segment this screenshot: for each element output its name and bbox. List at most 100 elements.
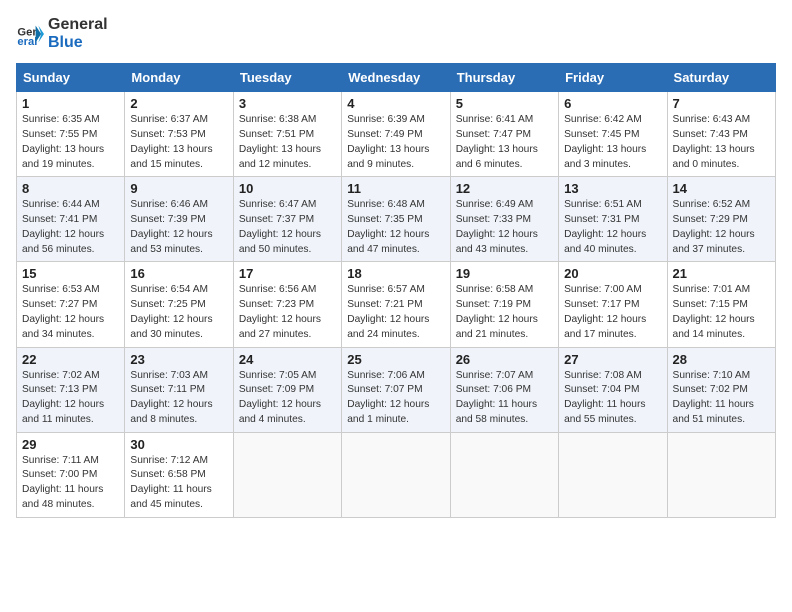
calendar-cell: 21 Sunrise: 7:01 AM Sunset: 7:15 PM Dayl… [667,262,775,347]
day-number: 9 [130,181,227,196]
day-info: Sunrise: 6:39 AM Sunset: 7:49 PM Dayligh… [347,113,444,172]
calendar-cell [450,432,558,517]
calendar-cell: 18 Sunrise: 6:57 AM Sunset: 7:21 PM Dayl… [342,262,450,347]
calendar-cell: 26 Sunrise: 7:07 AM Sunset: 7:06 PM Dayl… [450,347,558,432]
day-info: Sunrise: 6:52 AM Sunset: 7:29 PM Dayligh… [673,198,770,257]
calendar-cell: 1 Sunrise: 6:35 AM Sunset: 7:55 PM Dayli… [17,92,125,177]
day-info: Sunrise: 6:35 AM Sunset: 7:55 PM Dayligh… [22,113,119,172]
day-number: 18 [347,266,444,281]
page-header: Gen eral General Blue [16,16,776,51]
day-info: Sunrise: 6:41 AM Sunset: 7:47 PM Dayligh… [456,113,553,172]
calendar-cell: 29 Sunrise: 7:11 AM Sunset: 7:00 PM Dayl… [17,432,125,517]
weekday-header: Tuesday [233,64,341,92]
svg-text:eral: eral [17,36,37,48]
day-number: 2 [130,96,227,111]
day-number: 12 [456,181,553,196]
calendar-cell: 4 Sunrise: 6:39 AM Sunset: 7:49 PM Dayli… [342,92,450,177]
weekday-header: Thursday [450,64,558,92]
calendar-cell: 19 Sunrise: 6:58 AM Sunset: 7:19 PM Dayl… [450,262,558,347]
calendar-cell: 3 Sunrise: 6:38 AM Sunset: 7:51 PM Dayli… [233,92,341,177]
day-number: 17 [239,266,336,281]
calendar-cell: 16 Sunrise: 6:54 AM Sunset: 7:25 PM Dayl… [125,262,233,347]
day-number: 21 [673,266,770,281]
day-info: Sunrise: 7:11 AM Sunset: 7:00 PM Dayligh… [22,454,119,513]
calendar-cell: 12 Sunrise: 6:49 AM Sunset: 7:33 PM Dayl… [450,177,558,262]
day-number: 23 [130,352,227,367]
logo: Gen eral General Blue [16,16,108,51]
calendar-cell: 2 Sunrise: 6:37 AM Sunset: 7:53 PM Dayli… [125,92,233,177]
day-info: Sunrise: 6:51 AM Sunset: 7:31 PM Dayligh… [564,198,661,257]
day-number: 19 [456,266,553,281]
day-info: Sunrise: 6:58 AM Sunset: 7:19 PM Dayligh… [456,283,553,342]
weekday-header: Saturday [667,64,775,92]
calendar-cell: 23 Sunrise: 7:03 AM Sunset: 7:11 PM Dayl… [125,347,233,432]
day-number: 14 [673,181,770,196]
day-number: 24 [239,352,336,367]
day-number: 29 [22,437,119,452]
calendar-cell [559,432,667,517]
day-number: 27 [564,352,661,367]
calendar-cell [667,432,775,517]
calendar-cell: 7 Sunrise: 6:43 AM Sunset: 7:43 PM Dayli… [667,92,775,177]
day-number: 13 [564,181,661,196]
day-number: 26 [456,352,553,367]
day-info: Sunrise: 6:43 AM Sunset: 7:43 PM Dayligh… [673,113,770,172]
calendar-cell: 20 Sunrise: 7:00 AM Sunset: 7:17 PM Dayl… [559,262,667,347]
day-number: 16 [130,266,227,281]
calendar-week-row: 8 Sunrise: 6:44 AM Sunset: 7:41 PM Dayli… [17,177,776,262]
day-number: 4 [347,96,444,111]
day-info: Sunrise: 6:46 AM Sunset: 7:39 PM Dayligh… [130,198,227,257]
day-info: Sunrise: 6:38 AM Sunset: 7:51 PM Dayligh… [239,113,336,172]
calendar-cell: 27 Sunrise: 7:08 AM Sunset: 7:04 PM Dayl… [559,347,667,432]
day-info: Sunrise: 6:49 AM Sunset: 7:33 PM Dayligh… [456,198,553,257]
day-number: 11 [347,181,444,196]
day-number: 28 [673,352,770,367]
calendar-cell [233,432,341,517]
day-info: Sunrise: 7:02 AM Sunset: 7:13 PM Dayligh… [22,369,119,428]
day-info: Sunrise: 7:03 AM Sunset: 7:11 PM Dayligh… [130,369,227,428]
day-number: 30 [130,437,227,452]
day-info: Sunrise: 7:10 AM Sunset: 7:02 PM Dayligh… [673,369,770,428]
day-info: Sunrise: 7:01 AM Sunset: 7:15 PM Dayligh… [673,283,770,342]
calendar-cell: 5 Sunrise: 6:41 AM Sunset: 7:47 PM Dayli… [450,92,558,177]
calendar-cell: 14 Sunrise: 6:52 AM Sunset: 7:29 PM Dayl… [667,177,775,262]
weekday-header: Sunday [17,64,125,92]
calendar-cell: 30 Sunrise: 7:12 AM Sunset: 6:58 PM Dayl… [125,432,233,517]
calendar-cell: 6 Sunrise: 6:42 AM Sunset: 7:45 PM Dayli… [559,92,667,177]
day-number: 7 [673,96,770,111]
day-info: Sunrise: 6:37 AM Sunset: 7:53 PM Dayligh… [130,113,227,172]
calendar-cell: 28 Sunrise: 7:10 AM Sunset: 7:02 PM Dayl… [667,347,775,432]
day-info: Sunrise: 7:05 AM Sunset: 7:09 PM Dayligh… [239,369,336,428]
day-info: Sunrise: 6:42 AM Sunset: 7:45 PM Dayligh… [564,113,661,172]
calendar-week-row: 1 Sunrise: 6:35 AM Sunset: 7:55 PM Dayli… [17,92,776,177]
day-number: 25 [347,352,444,367]
calendar-cell: 8 Sunrise: 6:44 AM Sunset: 7:41 PM Dayli… [17,177,125,262]
weekday-header: Wednesday [342,64,450,92]
day-info: Sunrise: 6:56 AM Sunset: 7:23 PM Dayligh… [239,283,336,342]
day-info: Sunrise: 7:00 AM Sunset: 7:17 PM Dayligh… [564,283,661,342]
day-number: 6 [564,96,661,111]
day-info: Sunrise: 7:12 AM Sunset: 6:58 PM Dayligh… [130,454,227,513]
calendar-cell: 13 Sunrise: 6:51 AM Sunset: 7:31 PM Dayl… [559,177,667,262]
day-info: Sunrise: 6:48 AM Sunset: 7:35 PM Dayligh… [347,198,444,257]
calendar-cell: 9 Sunrise: 6:46 AM Sunset: 7:39 PM Dayli… [125,177,233,262]
day-number: 22 [22,352,119,367]
calendar-week-row: 15 Sunrise: 6:53 AM Sunset: 7:27 PM Dayl… [17,262,776,347]
day-number: 20 [564,266,661,281]
calendar-cell: 24 Sunrise: 7:05 AM Sunset: 7:09 PM Dayl… [233,347,341,432]
day-info: Sunrise: 7:08 AM Sunset: 7:04 PM Dayligh… [564,369,661,428]
calendar-cell: 25 Sunrise: 7:06 AM Sunset: 7:07 PM Dayl… [342,347,450,432]
day-info: Sunrise: 6:47 AM Sunset: 7:37 PM Dayligh… [239,198,336,257]
weekday-header: Friday [559,64,667,92]
logo-icon: Gen eral [16,20,44,48]
calendar-week-row: 29 Sunrise: 7:11 AM Sunset: 7:00 PM Dayl… [17,432,776,517]
calendar-cell: 10 Sunrise: 6:47 AM Sunset: 7:37 PM Dayl… [233,177,341,262]
calendar-cell: 15 Sunrise: 6:53 AM Sunset: 7:27 PM Dayl… [17,262,125,347]
calendar-cell: 17 Sunrise: 6:56 AM Sunset: 7:23 PM Dayl… [233,262,341,347]
day-number: 8 [22,181,119,196]
day-info: Sunrise: 6:53 AM Sunset: 7:27 PM Dayligh… [22,283,119,342]
calendar-cell: 22 Sunrise: 7:02 AM Sunset: 7:13 PM Dayl… [17,347,125,432]
weekday-header: Monday [125,64,233,92]
calendar-header-row: SundayMondayTuesdayWednesdayThursdayFrid… [17,64,776,92]
day-number: 5 [456,96,553,111]
